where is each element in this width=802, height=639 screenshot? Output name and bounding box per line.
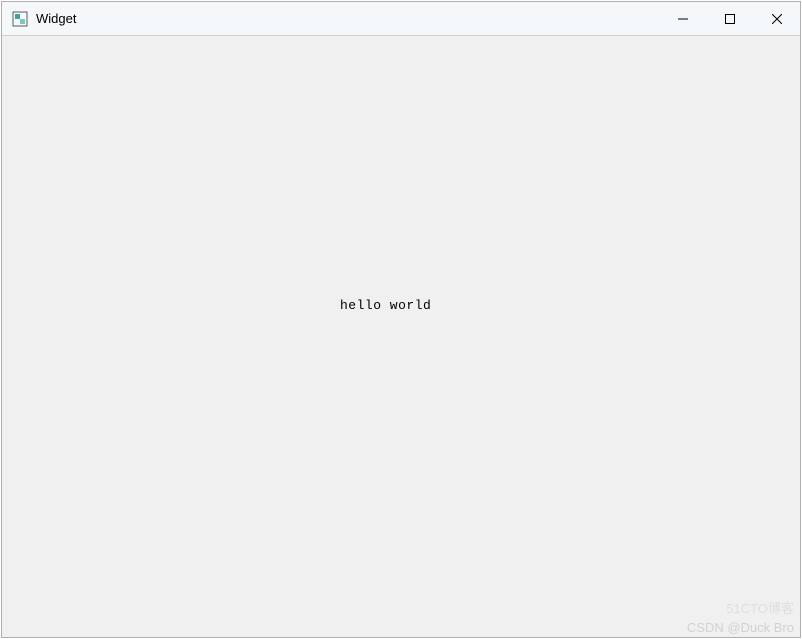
client-area: hello world — [2, 36, 800, 637]
window-controls — [659, 2, 800, 35]
close-icon — [772, 14, 782, 24]
hello-label: hello world — [340, 298, 431, 313]
window-title: Widget — [36, 11, 659, 26]
minimize-icon — [678, 14, 688, 24]
close-button[interactable] — [753, 2, 800, 35]
titlebar[interactable]: Widget — [2, 2, 800, 36]
minimize-button[interactable] — [659, 2, 706, 35]
window-frame: Widget hello world — [1, 1, 801, 638]
app-icon — [12, 11, 28, 27]
maximize-icon — [725, 14, 735, 24]
maximize-button[interactable] — [706, 2, 753, 35]
